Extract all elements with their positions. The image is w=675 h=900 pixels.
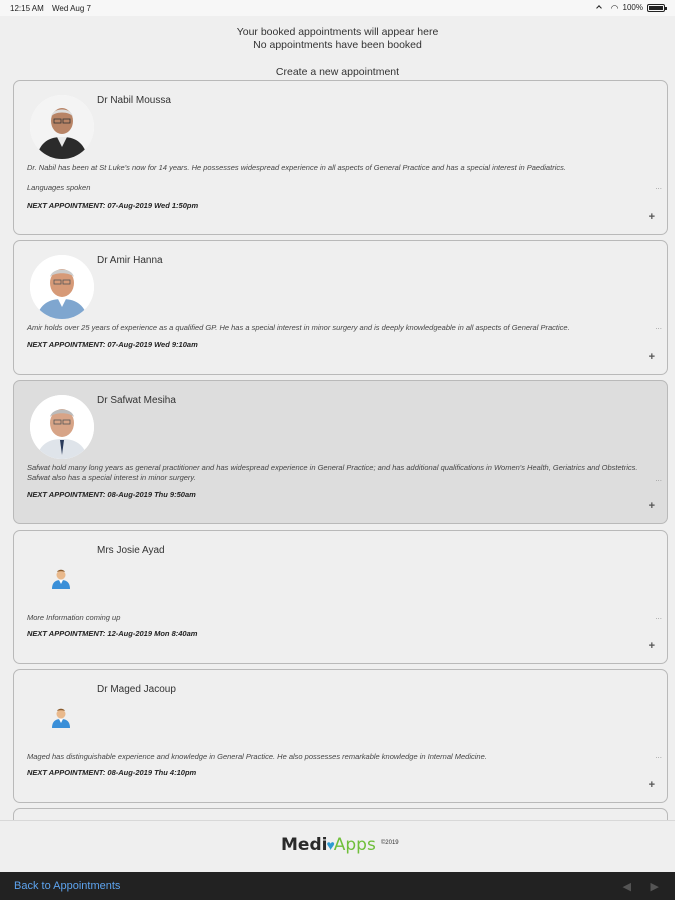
doctor-bio: More Information coming up — [27, 613, 121, 622]
doctor-bio: Dr. Nabil has been at St Luke's now for … — [27, 163, 566, 172]
booked-appointments-message: Your booked appointments will appear her… — [0, 26, 675, 51]
more-info-button[interactable]: ... — [655, 322, 662, 331]
bottom-toolbar: Back to Appointments ◀ ▶ — [0, 872, 675, 900]
doctor-card[interactable]: Dr Nabil Moussa Dr. Nabil has been at St… — [13, 80, 668, 235]
status-time: 12:15 AM — [10, 4, 44, 13]
doctor-card[interactable]: Mrs Josie Ayad More Information coming u… — [13, 530, 668, 664]
more-info-button[interactable]: ... — [655, 182, 662, 191]
more-info-button[interactable]: ... — [655, 612, 662, 621]
mediapps-logo: Medi ♥ Apps ©2019 — [281, 835, 399, 855]
location-icon — [595, 4, 602, 11]
next-appointment: NEXT APPOINTMENT: 12-Aug-2019 Mon 8:40am — [27, 629, 198, 638]
wifi-icon: ◠ — [610, 2, 619, 13]
doctor-bio: Amir holds over 25 years of experience a… — [27, 323, 570, 332]
doctor-name: Mrs Josie Ayad — [97, 545, 165, 556]
no-appointments-text: No appointments have been booked — [253, 38, 422, 51]
next-appointment: NEXT APPOINTMENT: 08-Aug-2019 Thu 4:10pm — [27, 768, 197, 777]
next-appointment: NEXT APPOINTMENT: 07-Aug-2019 Wed 1:50pm — [27, 201, 199, 210]
status-bar: 12:15 AM Wed Aug 7 ◠ 100% — [0, 0, 675, 16]
doctor-bio: Safwat hold many long years as general p… — [27, 463, 638, 482]
add-appointment-button[interactable]: + — [649, 211, 655, 223]
more-info-button[interactable]: ... — [655, 751, 662, 760]
next-appointment: NEXT APPOINTMENT: 08-Aug-2019 Thu 9:50am — [27, 490, 196, 499]
next-arrow-icon[interactable]: ▶ — [651, 880, 659, 893]
create-appointment-heading: Create a new appointment — [275, 66, 400, 78]
doctor-card[interactable]: Dr Safwat Mesiha Safwat hold many long y… — [13, 380, 668, 524]
person-placeholder-icon — [52, 569, 70, 589]
add-appointment-button[interactable]: + — [649, 779, 655, 791]
logo-medi-text: Medi — [281, 835, 328, 855]
doctor-name: Dr Maged Jacoup — [97, 684, 176, 695]
more-info-button[interactable]: ... — [655, 474, 662, 483]
back-to-appointments-link[interactable]: Back to Appointments — [14, 880, 120, 892]
battery-icon — [647, 3, 667, 12]
previous-arrow-icon[interactable]: ◀ — [623, 880, 631, 893]
next-appointment: NEXT APPOINTMENT: 07-Aug-2019 Wed 9:10am — [27, 340, 198, 349]
battery-percent: 100% — [622, 3, 643, 12]
doctor-bio: Maged has distinguishable experience and… — [27, 752, 487, 761]
languages-spoken: Languages spoken — [27, 183, 91, 192]
doctor-photo — [30, 395, 94, 459]
doctor-name: Dr Safwat Mesiha — [97, 395, 176, 406]
status-right: ◠ 100% — [595, 2, 667, 13]
add-appointment-button[interactable]: + — [649, 500, 655, 512]
add-appointment-button[interactable]: + — [649, 640, 655, 652]
logo-apps-text: Apps — [333, 835, 376, 855]
doctor-photo — [30, 95, 94, 159]
booked-appointments-info: Your booked appointments will appear her… — [236, 26, 439, 38]
doctor-photo — [30, 255, 94, 319]
doctor-name: Dr Amir Hanna — [97, 255, 163, 266]
doctor-name: Dr Nabil Moussa — [97, 95, 171, 106]
doctor-card[interactable]: Dr Maged Jacoup Maged has distinguishabl… — [13, 669, 668, 803]
person-placeholder-icon — [52, 708, 70, 728]
copyright-text: ©2019 — [380, 840, 399, 846]
add-appointment-button[interactable]: + — [649, 351, 655, 363]
doctor-card[interactable]: Dr Amir Hanna Amir holds over 25 years o… — [13, 240, 668, 375]
status-date: Wed Aug 7 — [52, 4, 91, 13]
footer: Medi ♥ Apps ©2019 — [0, 820, 675, 872]
